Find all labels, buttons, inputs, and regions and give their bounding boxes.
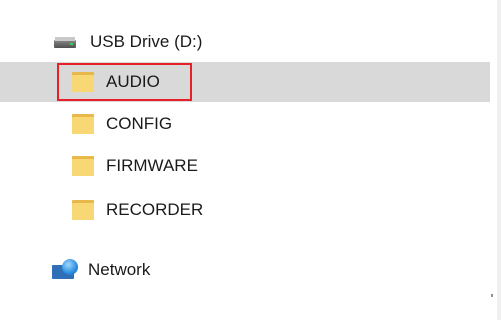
- folder-icon: [72, 114, 94, 134]
- tree-item-firmware[interactable]: FIRMWARE: [0, 146, 490, 186]
- tree-item-label: FIRMWARE: [106, 156, 198, 175]
- folder-icon: [72, 200, 94, 220]
- tree-item-label: Network: [88, 260, 151, 279]
- tree-item-config[interactable]: CONFIG: [0, 104, 490, 144]
- tree-item-audio[interactable]: AUDIO: [0, 62, 490, 102]
- folder-icon: [72, 72, 94, 92]
- scroll-marker: [491, 294, 493, 297]
- tree-item-label: USB Drive (D:): [90, 32, 203, 51]
- tree-item-usb-drive[interactable]: USB Drive (D:): [0, 22, 490, 62]
- tree-item-recorder[interactable]: RECORDER: [0, 190, 490, 230]
- folder-icon: [72, 156, 94, 176]
- tree-item-label: AUDIO: [106, 72, 160, 91]
- tree-item-label: RECORDER: [106, 200, 204, 219]
- tree-item-network[interactable]: Network: [0, 250, 490, 290]
- tree-item-label: CONFIG: [106, 114, 173, 133]
- usb-drive-icon: [54, 34, 76, 50]
- navigation-pane: USB Drive (D:) AUDIO CONFIG FIRMWARE REC…: [0, 0, 501, 320]
- scrollbar-track[interactable]: [497, 0, 501, 320]
- network-icon: [52, 259, 80, 281]
